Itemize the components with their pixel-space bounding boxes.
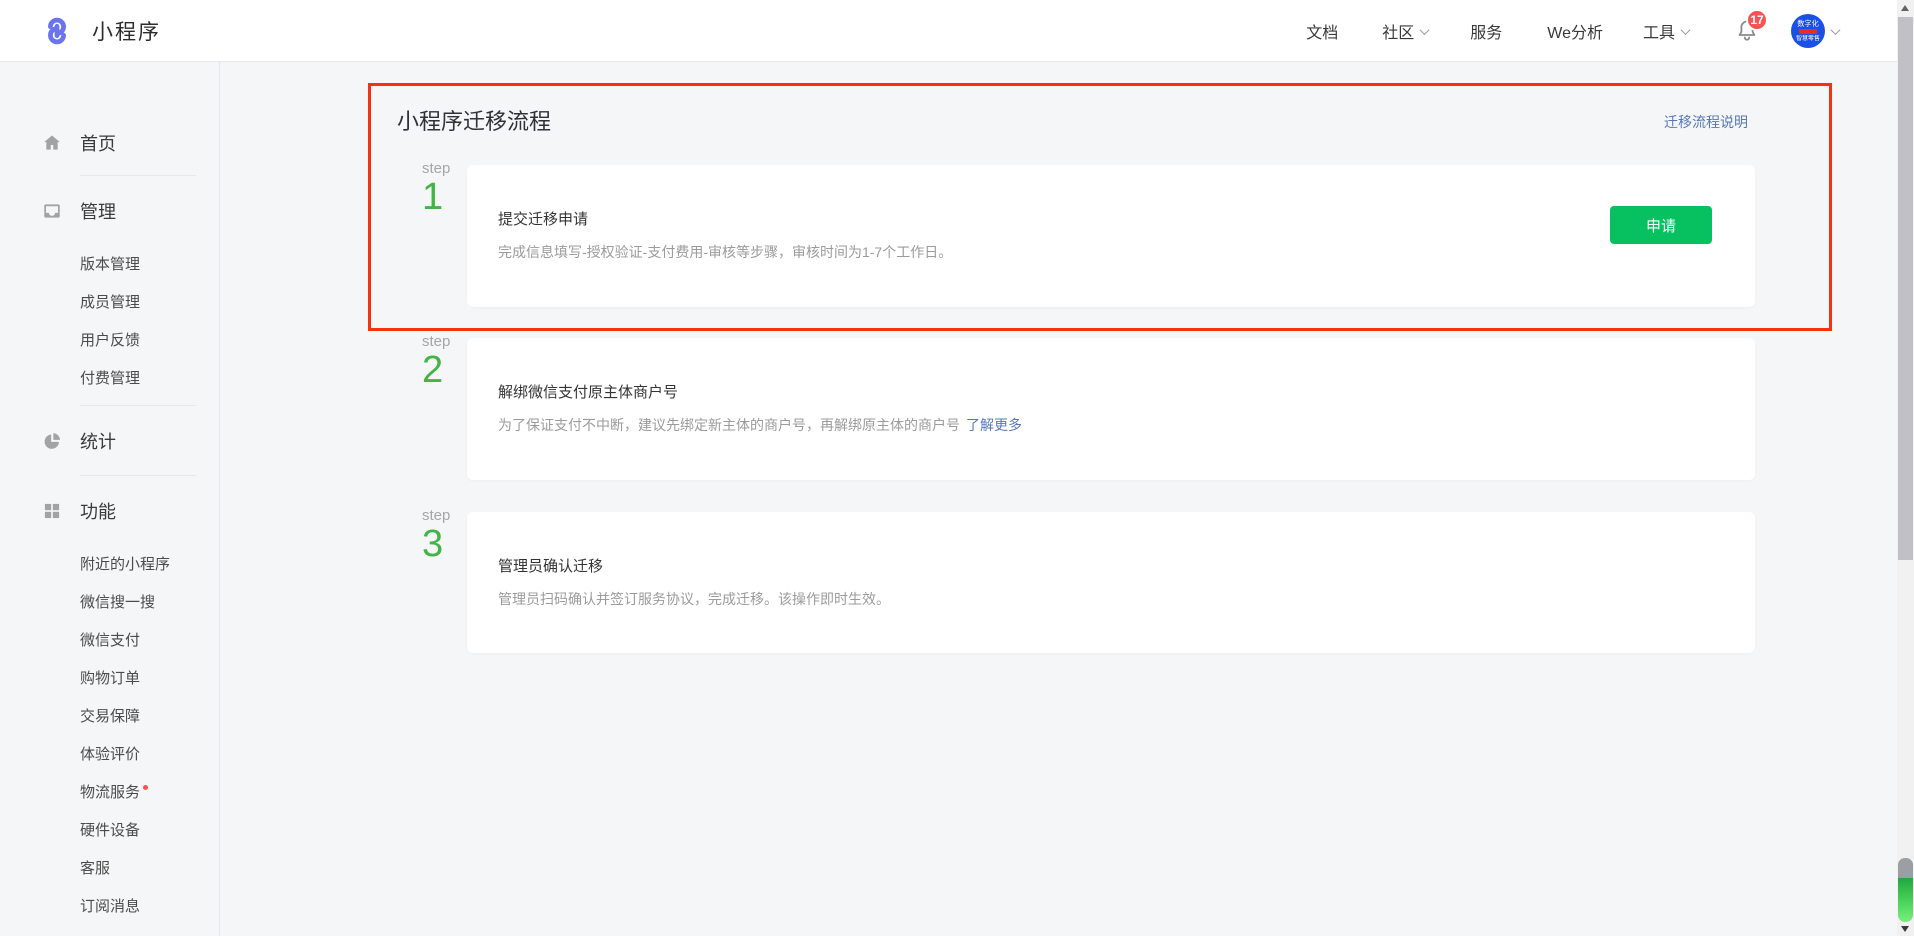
step-2-card: 解绑微信支付原主体商户号 为了保证支付不中断，建议先绑定新主体的商户号，再解绑原… [467,338,1755,480]
page-title: 小程序迁移流程 [397,104,551,136]
sidebar-item-features-label: 功能 [80,498,116,524]
sidebar-item-home[interactable]: 首页 [0,130,219,156]
sidebar-item-subscribe-messages[interactable]: 订阅消息 [0,895,219,915]
sidebar-item-user-feedback[interactable]: 用户反馈 [0,329,219,349]
step-2-description: 为了保证支付不中断，建议先绑定新主体的商户号，再解绑原主体的商户号了解更多 [498,415,1755,435]
sidebar-item-manage-label: 管理 [80,198,116,224]
sidebar-item-features[interactable]: 功能 [0,498,219,524]
sidebar-item-customer-service[interactable]: 客服 [0,857,219,877]
sidebar-item-shopping-orders[interactable]: 购物订单 [0,667,219,687]
nav-docs[interactable]: 文档 [1306,19,1338,43]
sidebar-item-version-manage[interactable]: 版本管理 [0,253,219,273]
sidebar-sub-label: 微信支付 [80,629,140,650]
step-3-card: 管理员确认迁移 管理员扫码确认并签订服务协议，完成迁移。该操作即时生效。 [467,512,1755,653]
nav-we-analytics-label: We分析 [1547,19,1603,43]
sidebar-item-statistics-label: 统计 [80,428,116,454]
nav-tools[interactable]: 工具 [1643,19,1689,43]
inbox-icon [42,201,62,221]
sidebar-item-statistics[interactable]: 统计 [0,428,219,454]
scroll-extension-indicator [1898,858,1913,922]
nav-services-label: 服务 [1470,19,1502,43]
step-1-title: 提交迁移申请 [498,210,1755,230]
step-3-description: 管理员扫码确认并签订服务协议，完成迁移。该操作即时生效。 [498,589,1755,609]
scrollbar[interactable] [1897,0,1914,936]
apply-button[interactable]: 申请 [1610,206,1712,244]
chevron-down-icon [1420,25,1430,35]
home-icon [42,133,62,153]
scrollbar-thumb[interactable] [1898,17,1913,560]
sidebar-sub-label: 订阅消息 [80,895,140,916]
notification-badge: 17 [1746,9,1768,31]
learn-more-link[interactable]: 了解更多 [966,417,1022,433]
nav-docs-label: 文档 [1306,19,1338,43]
scroll-indicator-green-bar [1898,878,1913,922]
sidebar-sub-label: 附近的小程序 [80,553,170,574]
sidebar-item-logistics-service[interactable]: 物流服务 [0,781,219,801]
nav-we-analytics[interactable]: We分析 [1547,19,1603,43]
sidebar-item-home-label: 首页 [80,130,116,156]
brand-logo[interactable]: 小程序 [40,0,161,62]
sidebar-item-hardware-devices[interactable]: 硬件设备 [0,819,219,839]
sidebar-sub-label: 交易保障 [80,705,140,726]
miniprogram-logo-icon [40,14,74,48]
step-3-title: 管理员确认迁移 [498,557,1755,577]
scroll-indicator-grey-cap [1898,858,1913,878]
top-navbar: 小程序 文档 社区 服务 We分析 工具 17 数字化 智慧零售 [0,0,1897,62]
chevron-down-icon [1681,25,1691,35]
step-1-description: 完成信息填写-授权验证-支付费用-审核等步骤，审核时间为1-7个工作日。 [498,242,1755,262]
sidebar-sub-label: 物流服务 [80,781,140,802]
sidebar-item-nearby-miniprograms[interactable]: 附近的小程序 [0,553,219,573]
sidebar-item-experience-rating[interactable]: 体验评价 [0,743,219,763]
account-chevron-icon[interactable] [1831,25,1841,35]
red-dot-badge [143,785,148,790]
sidebar: 首页 管理 版本管理 成员管理 用户反馈 付费管理 统计 [0,62,220,936]
sidebar-item-payment-manage[interactable]: 付费管理 [0,367,219,387]
step-1-card: 提交迁移申请 完成信息填写-授权验证-支付费用-审核等步骤，审核时间为1-7个工… [467,165,1755,307]
sidebar-item-wechat-search[interactable]: 微信搜一搜 [0,591,219,611]
notification-bell[interactable]: 17 [1735,17,1759,45]
avatar-text-top: 数字化 [1797,20,1819,27]
migration-help-link[interactable]: 迁移流程说明 [1664,112,1748,132]
avatar[interactable]: 数字化 智慧零售 [1791,14,1825,48]
grid-icon [42,501,62,521]
sidebar-sub-label: 用户反馈 [80,329,140,350]
nav-community[interactable]: 社区 [1382,19,1428,43]
avatar-red-strip [1799,29,1817,34]
step-2-title: 解绑微信支付原主体商户号 [498,383,1755,403]
sidebar-sub-label: 成员管理 [80,291,140,312]
scroll-up-arrow-icon[interactable] [1901,5,1909,11]
nav-tools-label: 工具 [1643,19,1675,43]
sidebar-sub-label: 硬件设备 [80,819,140,840]
avatar-text-bottom: 智慧零售 [1796,36,1820,42]
nav-services[interactable]: 服务 [1470,19,1502,43]
sidebar-sub-label: 付费管理 [80,367,140,388]
step-2-description-text: 为了保证支付不中断，建议先绑定新主体的商户号，再解绑原主体的商户号 [498,417,960,433]
page: 小程序 文档 社区 服务 We分析 工具 17 数字化 智慧零售 [0,0,1914,936]
sidebar-sub-label: 微信搜一搜 [80,591,155,612]
divider [80,475,196,476]
nav-community-label: 社区 [1382,19,1414,43]
sidebar-sub-label: 购物订单 [80,667,140,688]
divider [80,405,196,406]
sidebar-item-manage[interactable]: 管理 [0,198,219,224]
sidebar-sub-label: 版本管理 [80,253,140,274]
sidebar-item-wechat-pay[interactable]: 微信支付 [0,629,219,649]
scroll-down-arrow-icon[interactable] [1901,926,1909,932]
sidebar-sub-label: 直播 [80,933,110,936]
navbar-menu: 文档 社区 服务 We分析 工具 17 数字化 智慧零售 [1306,0,1839,62]
sidebar-sub-label: 体验评价 [80,743,140,764]
pie-chart-icon [42,431,62,451]
sidebar-item-transaction-guarantee[interactable]: 交易保障 [0,705,219,725]
sidebar-item-member-manage[interactable]: 成员管理 [0,291,219,311]
sidebar-sub-label: 客服 [80,857,110,878]
divider [80,175,196,176]
brand-title: 小程序 [92,16,161,46]
